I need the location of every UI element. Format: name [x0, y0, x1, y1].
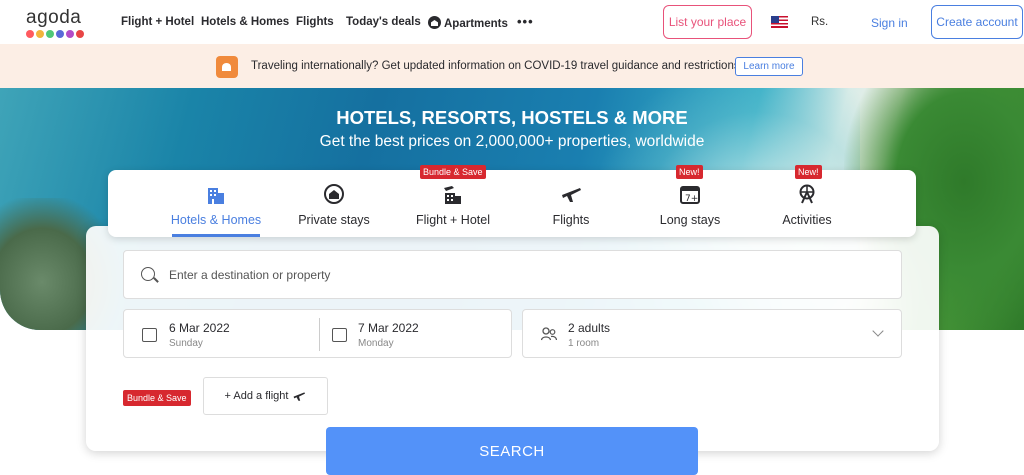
ferris-wheel-icon — [799, 184, 815, 204]
logo-dot — [76, 30, 84, 38]
tab-flights[interactable]: Flights — [521, 170, 621, 237]
add-flight-label: + Add a flight — [224, 390, 289, 402]
logo-dot — [36, 30, 44, 38]
chevron-down-icon — [872, 325, 884, 337]
apartment-icon — [428, 16, 441, 29]
guests-rooms: 1 room — [568, 338, 600, 349]
checkin-day: Sunday — [169, 338, 203, 349]
nav-link-todays-deals[interactable]: Today's deals — [346, 16, 421, 28]
hero-title: HOTELS, RESORTS, HOSTELS & MORE — [336, 107, 688, 128]
search-icon — [141, 267, 155, 281]
bundle-save-tag: Bundle & Save — [123, 390, 191, 406]
calendar-icon: 7+ — [680, 186, 700, 204]
tab-label: Private stays — [298, 213, 370, 227]
home-icon — [324, 184, 344, 204]
product-tabs: Hotels & Homes Private stays Flight + Ho… — [108, 165, 916, 237]
banner-text: Traveling internationally? Get updated i… — [251, 60, 743, 72]
logo-dot — [26, 30, 34, 38]
tab-private-stays[interactable]: Private stays — [282, 170, 386, 237]
svg-text:7+: 7+ — [685, 194, 698, 204]
tab-flight-hotel[interactable]: Flight + Hotel — [398, 170, 508, 237]
tab-label: Activities — [782, 213, 832, 227]
bundle-save-tag: Bundle & Save — [420, 165, 486, 179]
create-account-button[interactable]: Create account — [931, 5, 1023, 39]
logo-text: agoda — [26, 7, 82, 28]
destination-search-input[interactable]: Enter a destination or property — [123, 250, 902, 299]
tab-label: Flight + Hotel — [416, 213, 490, 227]
nav-link-hotels-homes[interactable]: Hotels & Homes — [201, 16, 289, 28]
flight-hotel-icon — [444, 186, 461, 204]
date-picker[interactable]: 6 Mar 2022 Sunday 7 Mar 2022 Monday — [123, 309, 512, 358]
nav-link-apartments-label: Apartments — [444, 18, 508, 30]
logo-dot — [56, 30, 64, 38]
checkout-day: Monday — [358, 338, 394, 349]
logo-dot — [46, 30, 54, 38]
new-tag: New! — [795, 165, 822, 179]
tab-label: Flights — [552, 213, 590, 227]
learn-more-button[interactable]: Learn more — [735, 57, 803, 76]
plane-icon — [294, 392, 306, 401]
hero-subtitle: Get the best prices on 2,000,000+ proper… — [319, 133, 705, 150]
logo-dot — [66, 30, 74, 38]
tab-label: Hotels & Homes — [170, 213, 262, 227]
search-button[interactable]: SEARCH — [326, 427, 698, 475]
nav-link-flight-hotel[interactable]: Flight + Hotel — [121, 16, 194, 28]
tab-label: Long stays — [659, 213, 721, 227]
date-divider — [319, 318, 320, 351]
plane-icon — [562, 188, 581, 202]
add-flight-button[interactable]: + Add a flight — [203, 377, 328, 415]
search-placeholder: Enter a destination or property — [169, 268, 331, 282]
tab-activities[interactable]: Activities — [759, 170, 855, 237]
top-nav: agoda Flight + Hotel Hotels & Homes Flig… — [0, 0, 1024, 44]
currency-selector[interactable]: Rs. — [811, 16, 828, 28]
new-tag: New! — [676, 165, 703, 179]
nav-link-flights[interactable]: Flights — [296, 16, 334, 28]
us-flag-icon[interactable] — [771, 16, 788, 28]
tab-long-stays[interactable]: 7+ Long stays — [638, 170, 742, 237]
checkin-date[interactable]: 6 Mar 2022 — [169, 321, 230, 335]
list-your-place-button[interactable]: List your place — [663, 5, 752, 39]
guests-selector[interactable]: 2 adults 1 room — [522, 309, 902, 358]
people-icon — [541, 327, 557, 341]
checkin-calendar-icon — [142, 328, 157, 342]
hotel-icon — [208, 188, 224, 204]
travel-alert-icon — [216, 56, 238, 78]
covid-banner: Traveling internationally? Get updated i… — [0, 44, 1024, 88]
logo-dots — [26, 30, 84, 38]
checkout-date[interactable]: 7 Mar 2022 — [358, 321, 419, 335]
more-menu-button[interactable]: ••• — [517, 14, 534, 29]
guests-adults: 2 adults — [568, 321, 611, 335]
tab-hotels-homes[interactable]: Hotels & Homes — [162, 170, 270, 237]
nav-link-apartments[interactable]: Apartments — [428, 16, 508, 30]
agoda-logo[interactable]: agoda — [26, 7, 86, 39]
checkout-calendar-icon — [332, 328, 347, 342]
sign-in-link[interactable]: Sign in — [871, 16, 908, 30]
active-tab-indicator — [172, 234, 260, 237]
